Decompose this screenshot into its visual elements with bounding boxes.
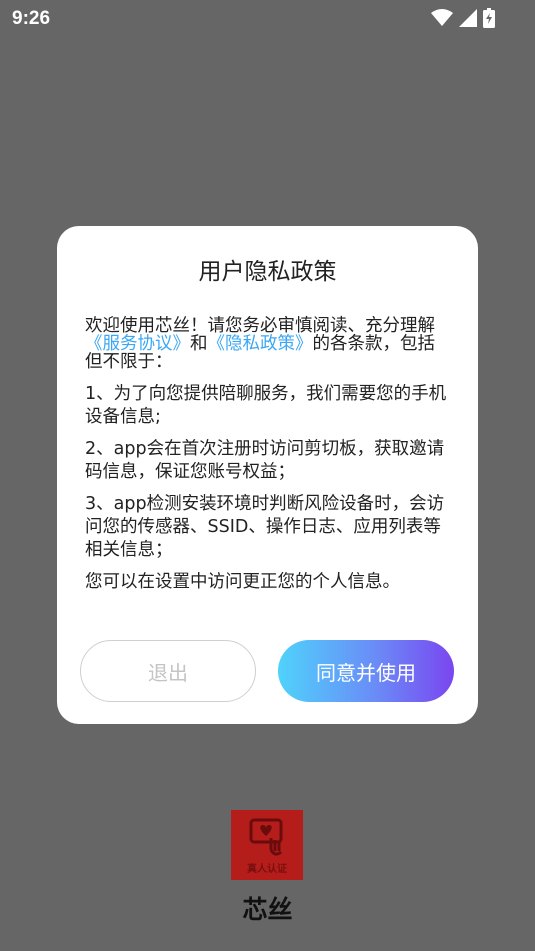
privacy-policy-dialog: 用户隐私政策 欢迎使用芯丝！请您务必审慎阅读、充分理解《服务协议》和《隐私政策》… xyxy=(57,226,478,724)
agree-button[interactable]: 同意并使用 xyxy=(278,640,454,702)
wifi-icon xyxy=(431,9,453,27)
battery-charging-icon xyxy=(483,8,495,28)
intro-prefix: 欢迎使用芯丝！请您务必审慎阅读、充分理解 xyxy=(85,316,435,336)
intro-paragraph: 欢迎使用芯丝！请您务必审慎阅读、充分理解《服务协议》和《隐私政策》的各条款，包括… xyxy=(85,317,449,371)
policy-item-1: 1、为了向您提供陪聊服务，我们需要您的手机设备信息; xyxy=(85,384,447,427)
logo-text: 真人认证 xyxy=(247,864,287,875)
status-icons xyxy=(431,8,495,28)
signal-icon xyxy=(459,9,477,27)
app-logo: 真人认证 xyxy=(231,810,303,880)
dialog-body: 欢迎使用芯丝！请您务必审慎阅读、充分理解《服务协议》和《隐私政策》的各条款，包括… xyxy=(85,317,449,603)
verified-hand-icon xyxy=(249,818,283,856)
service-agreement-link[interactable]: 《服务协议》 xyxy=(85,334,190,354)
policy-item-3: 3、app检测安装环境时判断风险设备时，会访问您的传感器、SSID、操作日志、应… xyxy=(85,494,445,560)
exit-button[interactable]: 退出 xyxy=(80,640,256,702)
status-bar: 9:26 xyxy=(0,0,535,36)
app-name: 芯丝 xyxy=(242,895,293,924)
dialog-title: 用户隐私政策 xyxy=(198,259,337,285)
closing-paragraph: 您可以在设置中访问更正您的个人信息。 xyxy=(85,572,400,592)
status-time: 9:26 xyxy=(12,8,51,29)
privacy-policy-link[interactable]: 《隐私政策》 xyxy=(208,334,313,354)
intro-middle: 和 xyxy=(190,334,208,354)
policy-item-2: 2、app会在首次注册时访问剪切板，获取邀请码信息，保证您账号权益； xyxy=(85,439,445,482)
